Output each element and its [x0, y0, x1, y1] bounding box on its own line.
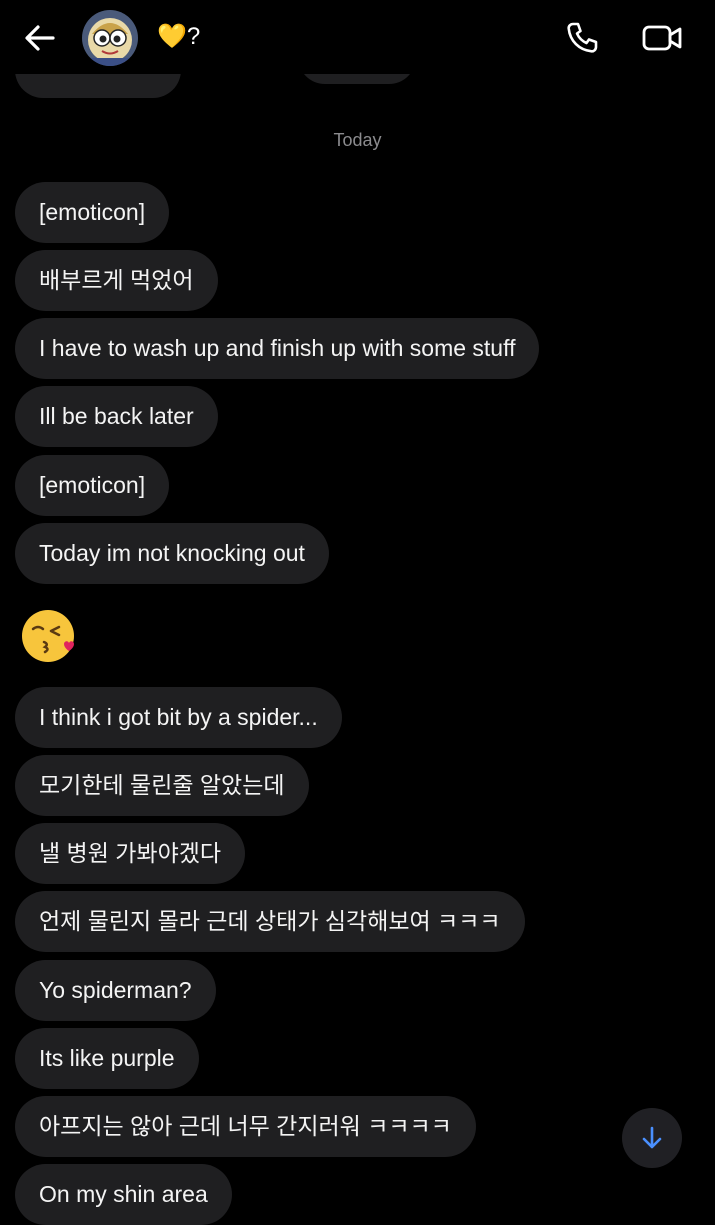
message-bubble[interactable]: 아프지는 않아 근데 너무 간지러워 ㅋㅋㅋㅋ	[15, 1096, 476, 1157]
kissing-face-emoji-icon	[22, 610, 74, 662]
message-bubble[interactable]: [emoticon]	[15, 455, 170, 516]
date-separator: Today	[333, 130, 382, 150]
message-bubble[interactable]: 모기한테 물린줄 알았는데	[15, 755, 309, 816]
message-bubble[interactable]: I think i got bit by a spider...	[15, 687, 342, 748]
arrow-down-icon	[642, 1126, 662, 1149]
voice-call-button[interactable]	[560, 16, 604, 60]
message-bubble[interactable]: On my shin area	[15, 1164, 232, 1225]
video-call-button[interactable]	[638, 16, 686, 60]
message-bubble[interactable]: Yo spiderman?	[15, 960, 216, 1021]
message-bubble[interactable]: Its like purple	[15, 1028, 199, 1089]
scroll-to-bottom-button[interactable]	[622, 1108, 682, 1168]
contact-avatar[interactable]	[82, 10, 138, 66]
back-button[interactable]	[20, 18, 60, 58]
message-bubble[interactable]: 언제 물린지 몰라 근데 상태가 심각해보여 ㅋㅋㅋ	[15, 891, 525, 952]
video-camera-icon	[642, 25, 682, 51]
emoji-message[interactable]	[20, 608, 80, 664]
message-bubble[interactable]: I have to wash up and finish up with som…	[15, 318, 540, 379]
message-bubble[interactable]: Ill be back later	[15, 386, 218, 447]
message-bubble[interactable]: [emoticon]	[15, 182, 170, 243]
message-bubble[interactable]: 낼 병원 가봐야겠다	[15, 823, 246, 884]
message-bubble[interactable]: 배부르게 먹었어	[15, 250, 218, 311]
contact-name[interactable]: 💛?	[157, 22, 200, 52]
message-bubble[interactable]: Today im not knocking out	[15, 523, 329, 584]
chat-header: 💛?	[0, 0, 715, 74]
phone-icon	[567, 22, 598, 53]
cartoon-frog-avatar-icon	[82, 10, 138, 66]
arrow-left-icon	[25, 25, 55, 51]
